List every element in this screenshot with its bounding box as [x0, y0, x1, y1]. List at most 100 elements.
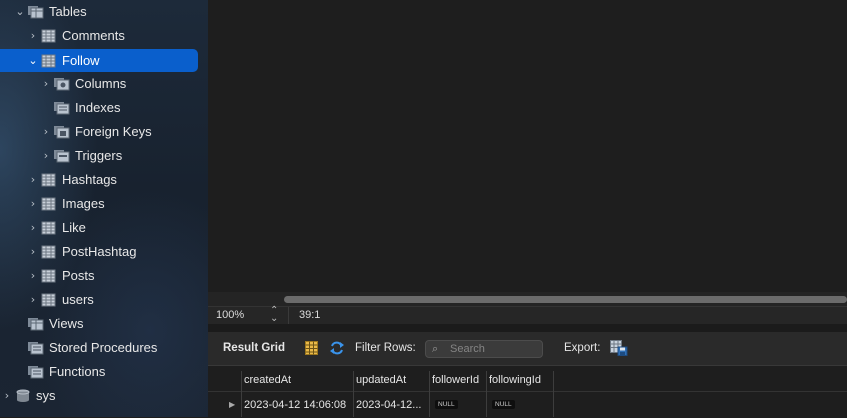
column-divider[interactable]	[553, 371, 554, 417]
tree-item-label: Comments	[62, 28, 125, 43]
column-divider[interactable]	[241, 371, 242, 417]
chevron-right-icon[interactable]: ›	[40, 120, 52, 144]
column-header-updatedat[interactable]: updatedAt	[356, 372, 428, 388]
schema-sidebar: ⌄ Tables › Comments ⌄ Follow › Columns I…	[0, 0, 208, 417]
table-cell[interactable]: 2023-04-12 14:06:08	[244, 395, 352, 415]
status-divider	[288, 307, 289, 324]
null-badge: NULL	[435, 400, 458, 409]
chevron-right-icon[interactable]: ›	[27, 264, 39, 288]
tree-item-functions[interactable]: Functions	[0, 360, 208, 384]
table-cell[interactable]: 2023-04-12...	[356, 395, 428, 415]
cursor-position: 39:1	[299, 309, 321, 321]
table-icon	[41, 269, 56, 283]
tree-item-images[interactable]: › Images	[0, 192, 208, 216]
filter-search-box[interactable]: ⌕	[425, 340, 543, 358]
table-icon	[41, 197, 56, 211]
tree-item-label: Posts	[62, 268, 95, 283]
chevron-right-icon[interactable]: ›	[1, 384, 13, 408]
chevron-right-icon[interactable]: ›	[27, 288, 39, 312]
editor-horizontal-scrollbar[interactable]	[208, 292, 847, 306]
tree-item-label: Images	[62, 196, 105, 211]
tree-item-indexes[interactable]: Indexes	[0, 96, 208, 120]
search-icon: ⌕	[432, 342, 439, 355]
column-header-createdat[interactable]: createdAt	[244, 372, 352, 388]
chevron-down-icon[interactable]: ⌄	[27, 49, 39, 73]
folder-triggers-icon	[54, 150, 70, 163]
filter-rows-label: Filter Rows:	[355, 342, 416, 354]
tree-item-posts[interactable]: › Posts	[0, 264, 208, 288]
database-icon	[16, 389, 30, 402]
tree-item-label: Like	[62, 220, 86, 235]
tree-item-columns[interactable]: › Columns	[0, 72, 208, 96]
editor-status-bar: 100% ⌃ ⌄ 39:1	[208, 306, 847, 324]
tree-item-views[interactable]: Views	[0, 312, 208, 336]
tree-item-label: Columns	[75, 76, 127, 91]
column-header-followingid[interactable]: followingId	[489, 372, 553, 388]
tree-item-triggers[interactable]: › Triggers	[0, 144, 208, 168]
filter-search-input[interactable]	[450, 341, 538, 357]
chevron-right-icon[interactable]: ›	[40, 144, 52, 168]
zoom-stepper-icon[interactable]: ⌃ ⌄	[270, 306, 278, 324]
result-toolbar: Result Grid Filter Rows: ⌕ Export:	[208, 332, 847, 365]
chevron-right-icon[interactable]: ›	[27, 240, 39, 264]
tree-item-like[interactable]: › Like	[0, 216, 208, 240]
tree-item-users[interactable]: › users	[0, 288, 208, 312]
tree-item-label: Tables	[49, 4, 87, 19]
grid-view-icon[interactable]	[305, 341, 318, 355]
column-divider[interactable]	[353, 371, 354, 417]
tree-item-stored-procedures[interactable]: Stored Procedures	[0, 336, 208, 360]
tree-item-label: PostHashtag	[62, 244, 137, 259]
export-label: Export:	[564, 342, 601, 354]
tree-item-follow[interactable]: ⌄ Follow	[0, 49, 208, 73]
tree-item-label: Functions	[49, 364, 106, 379]
result-grid: createdAt updatedAt followerId following…	[208, 365, 847, 418]
chevron-right-icon[interactable]: ›	[27, 168, 39, 192]
scrollbar-thumb[interactable]	[284, 296, 847, 303]
table-icon	[41, 29, 56, 43]
null-badge: NULL	[492, 400, 515, 409]
column-divider[interactable]	[429, 371, 430, 417]
zoom-level[interactable]: 100%	[216, 309, 244, 321]
table-icon	[41, 293, 56, 307]
tree-item-label: sys	[36, 388, 56, 403]
folder-procedures-icon	[28, 342, 44, 355]
tree-item-comments[interactable]: › Comments	[0, 24, 208, 48]
tree-item-label: Foreign Keys	[75, 124, 152, 139]
tree-item-foreign-keys[interactable]: › Foreign Keys	[0, 120, 208, 144]
table-icon	[41, 173, 56, 187]
tree-item-label: users	[62, 292, 94, 307]
tree-item-label: Stored Procedures	[49, 340, 158, 355]
tree-item-label: Indexes	[75, 100, 121, 115]
table-cell-null[interactable]: NULL	[489, 395, 551, 415]
column-header-followerid[interactable]: followerId	[432, 372, 488, 388]
tree-item-posthashtag[interactable]: › PostHashtag	[0, 240, 208, 264]
folder-indexes-icon	[54, 102, 70, 115]
header-divider	[208, 391, 847, 392]
table-icon	[41, 221, 56, 235]
table-icon	[41, 245, 56, 259]
tree-item-label: Hashtags	[62, 172, 117, 187]
chevron-right-icon[interactable]: ›	[40, 72, 52, 96]
panel-divider[interactable]	[208, 324, 847, 332]
tree-item-sys[interactable]: › sys	[0, 384, 208, 408]
row-selector-icon[interactable]: ▶	[229, 400, 235, 409]
tree-item-hashtags[interactable]: › Hashtags	[0, 168, 208, 192]
refresh-icon[interactable]	[329, 341, 345, 355]
chevron-right-icon[interactable]: ›	[27, 192, 39, 216]
result-grid-title: Result Grid	[223, 342, 285, 354]
tree-item-tables[interactable]: ⌄ Tables	[0, 0, 208, 24]
table-cell-null[interactable]: NULL	[432, 395, 486, 415]
chevron-right-icon[interactable]: ›	[27, 24, 39, 48]
table-icon	[41, 54, 56, 68]
export-icon[interactable]	[610, 340, 628, 356]
column-divider[interactable]	[486, 371, 487, 417]
folder-foreign-keys-icon	[54, 126, 70, 139]
chevron-down-icon[interactable]: ⌄	[14, 0, 26, 24]
tree-item-label: Views	[49, 316, 84, 331]
folder-functions-icon	[28, 366, 44, 379]
folder-views-icon	[28, 318, 44, 331]
tree-item-label: Triggers	[75, 148, 123, 163]
folder-columns-icon	[54, 78, 70, 91]
sql-editor[interactable]	[208, 0, 847, 292]
chevron-right-icon[interactable]: ›	[27, 216, 39, 240]
